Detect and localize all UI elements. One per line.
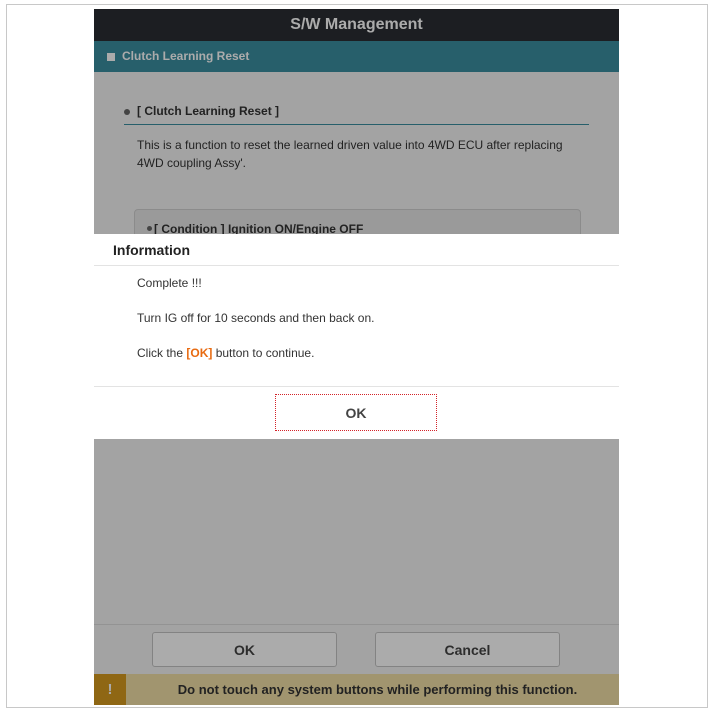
dialog-message-instruction: Turn IG off for 10 seconds and then back… [137,311,375,325]
continue-prefix: Click the [137,346,187,360]
dialog-divider [94,386,619,387]
dialog-message-complete: Complete !!! [137,276,202,290]
information-dialog: Information Complete !!! Turn IG off for… [94,234,619,439]
dialog-title-text: Information [113,242,190,258]
dialog-ok-button[interactable]: OK [275,394,437,431]
ok-highlight: [OK] [186,346,213,360]
dialog-title: Information [94,234,619,266]
dialog-message-continue: Click the [OK] button to continue. [137,346,314,360]
continue-suffix: button to continue. [212,346,315,360]
